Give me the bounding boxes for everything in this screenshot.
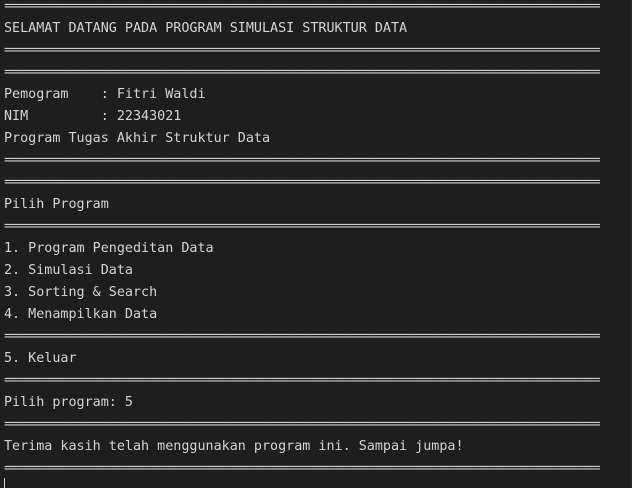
input-prompt: Pilih program: 5 [4,395,133,410]
text-cursor [4,478,5,488]
separator-line: ========================================… [4,175,600,190]
welcome-text: SELAMAT DATANG PADA PROGRAM SIMULASI STR… [4,21,408,36]
terminal-window[interactable]: ========================================… [0,0,632,488]
goodbye-text: Terima kasih telah menggunakan program i… [4,439,464,454]
nim-text: NIM : 22343021 [4,109,182,124]
separator-line: ========================================… [4,219,600,234]
separator-line: ========================================… [4,153,600,168]
separator-line: ========================================… [4,329,600,344]
menu-item-2: 2. Simulasi Data [4,263,133,278]
separator-line: ========================================… [4,65,600,80]
menu-item-3: 3. Sorting & Search [4,285,158,300]
menu-item-4: 4. Menampilkan Data [4,307,158,322]
choose-heading: Pilih Program [4,197,109,212]
separator-line: ========================================… [4,461,600,476]
programmer-text: Pemogram : Fitri Waldi [4,87,206,102]
subtitle-text: Program Tugas Akhir Struktur Data [4,131,271,146]
separator-line: ========================================… [4,0,600,14]
menu-item-5: 5. Keluar [4,351,77,366]
separator-line: ========================================… [4,417,600,432]
menu-item-1: 1. Program Pengeditan Data [4,241,214,256]
separator-line: ========================================… [4,373,600,388]
separator-line: ========================================… [4,43,600,58]
